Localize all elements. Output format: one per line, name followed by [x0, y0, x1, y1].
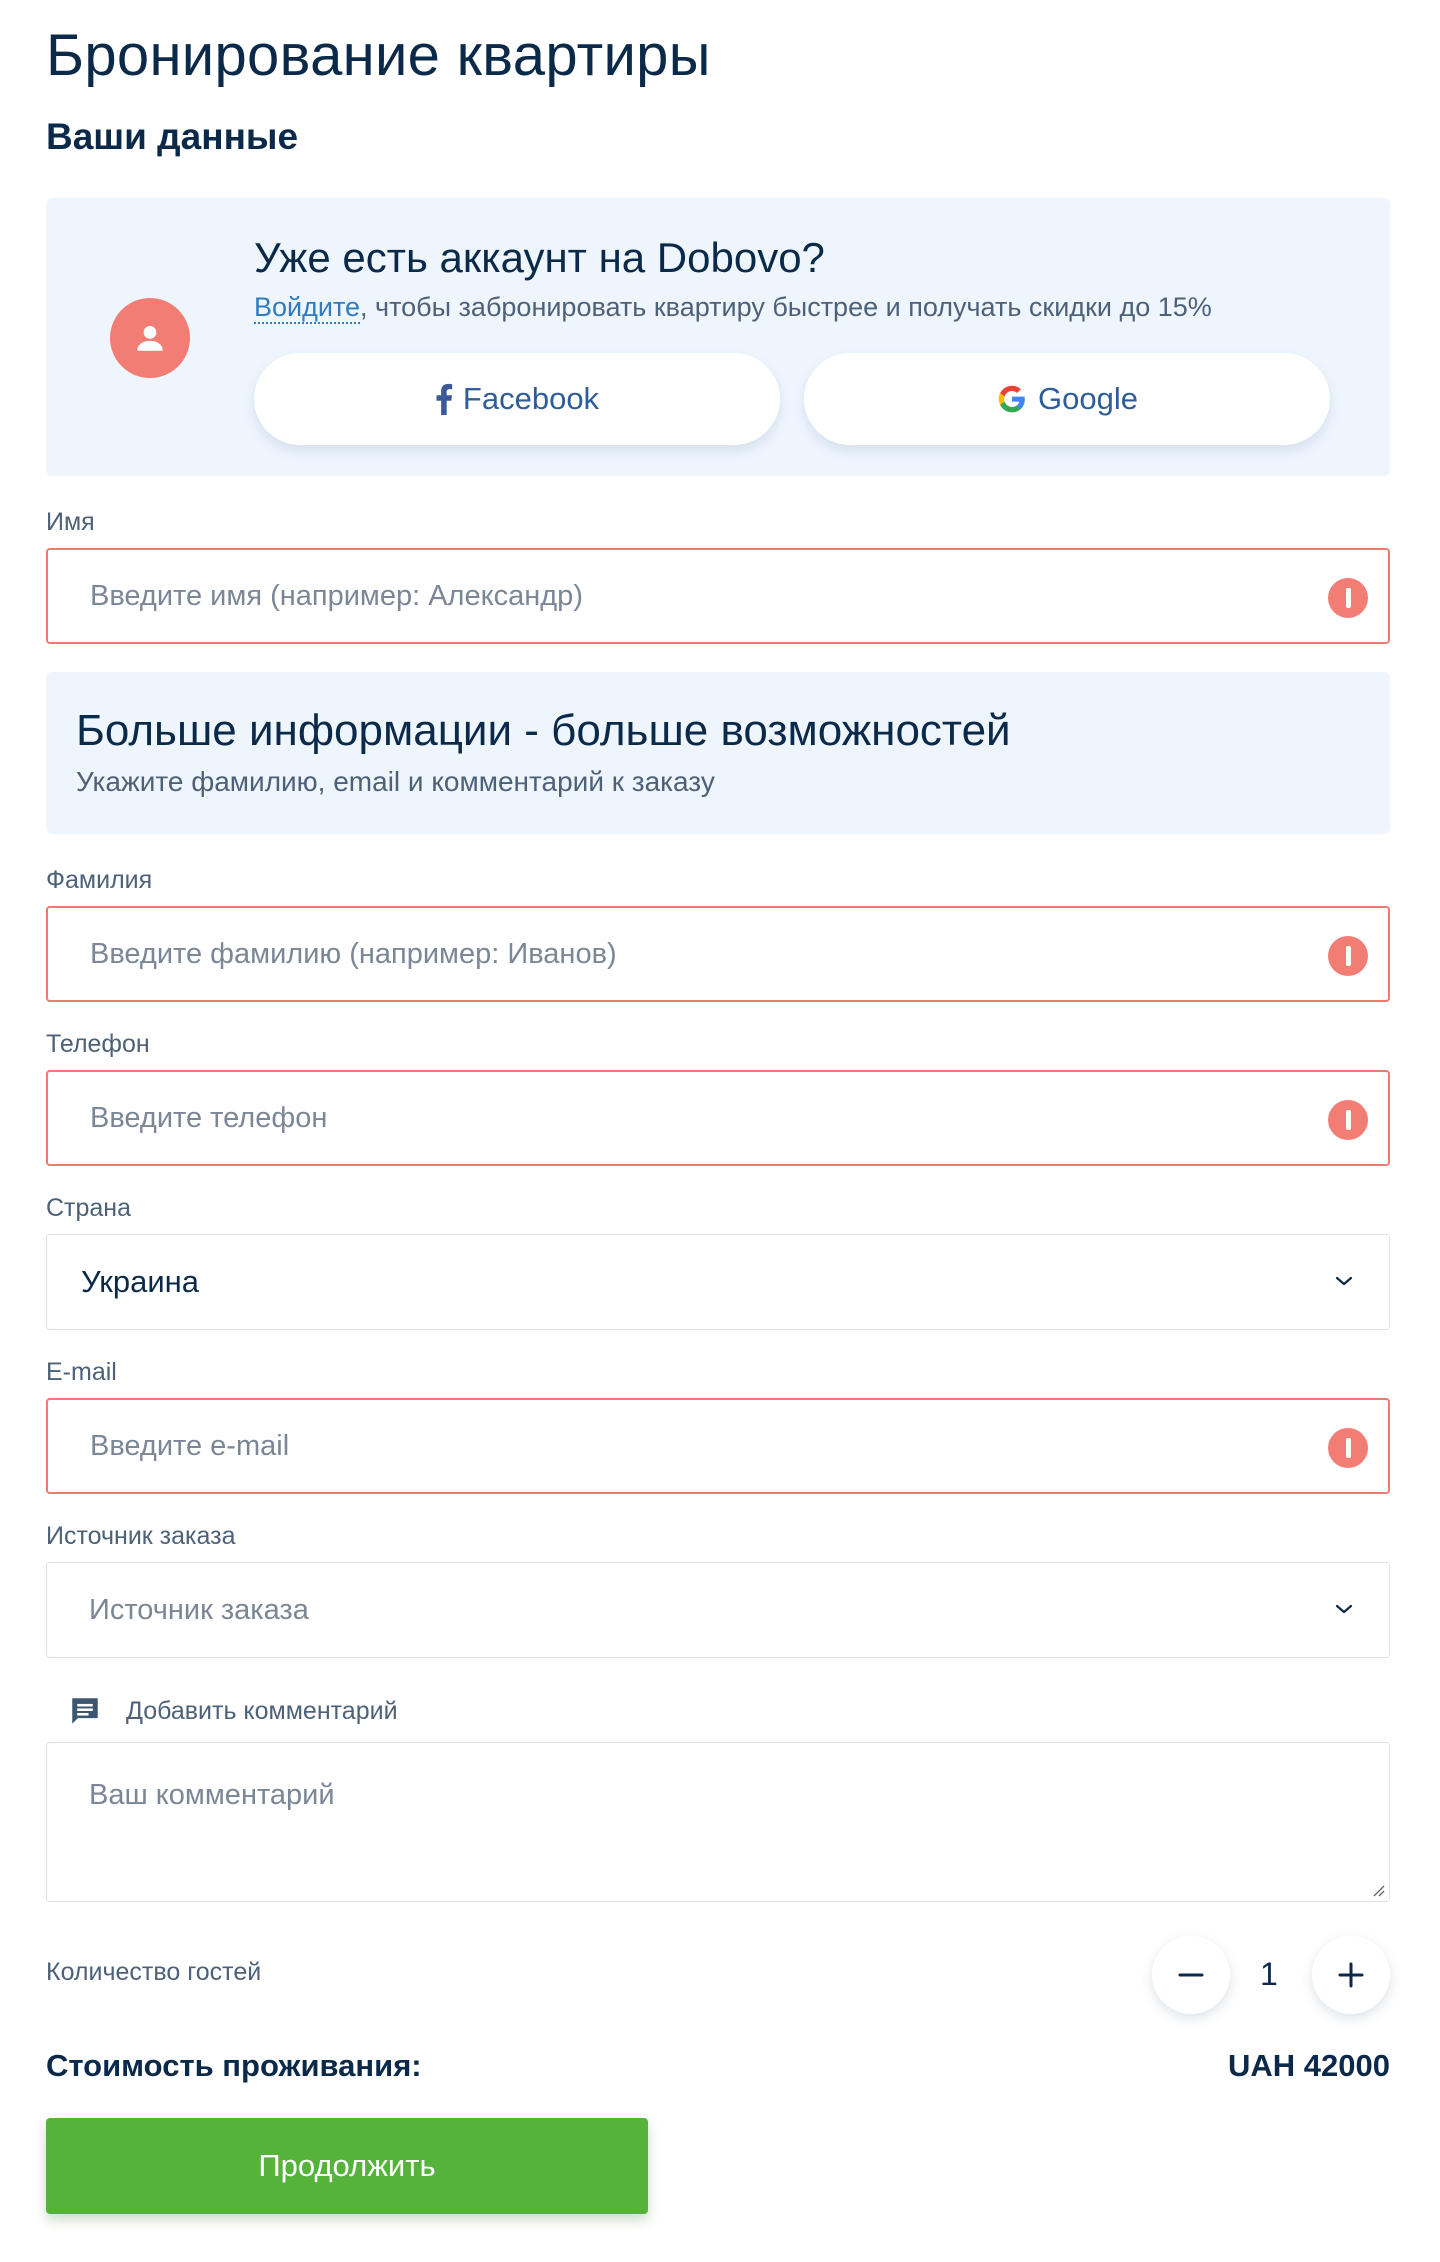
login-panel: Уже есть аккаунт на Dobovo? Войдите, что… — [46, 198, 1390, 476]
facebook-label: Facebook — [462, 381, 600, 416]
google-login-button[interactable]: Google — [804, 353, 1330, 445]
login-link[interactable]: Войдите — [254, 292, 361, 324]
comment-placeholder: Ваш комментарий — [89, 1779, 335, 1811]
chevron-down-icon — [1335, 1276, 1353, 1286]
add-comment-label: Добавить комментарий — [126, 1696, 398, 1725]
price-label: Стоимость проживания: — [46, 2048, 422, 2083]
plus-icon — [1338, 1962, 1364, 1988]
surname-placeholder: Введите фамилию (например: Иванов) — [90, 937, 617, 970]
error-icon — [1328, 578, 1368, 618]
login-text: Войдите, чтобы забронировать квартиру бы… — [254, 292, 1212, 324]
chevron-down-icon — [1335, 1604, 1353, 1614]
section-title: Ваши данные — [46, 116, 299, 157]
error-icon — [1328, 1428, 1368, 1468]
phone-label: Телефон — [46, 1030, 150, 1058]
phone-placeholder: Введите телефон — [90, 1101, 328, 1134]
name-label: Имя — [46, 508, 95, 536]
guest-count: 1 — [1260, 1956, 1278, 1992]
country-value: Украина — [81, 1264, 200, 1299]
continue-button[interactable]: Продолжить — [46, 2118, 648, 2214]
guests-label: Количество гостей — [46, 1958, 262, 1986]
login-text-rest: , чтобы забронировать квартиру быстрее и… — [360, 292, 1212, 322]
comment-textarea[interactable]: Ваш комментарий — [46, 1742, 1390, 1902]
email-input[interactable]: Введите e-mail — [46, 1398, 1390, 1494]
country-label: Страна — [46, 1194, 132, 1222]
email-label: E-mail — [46, 1358, 117, 1386]
minus-icon — [1178, 1973, 1204, 1977]
price-value: UAH 42000 — [1228, 2048, 1390, 2083]
decrease-guests-button[interactable] — [1152, 1936, 1230, 2014]
facebook-icon — [435, 383, 453, 415]
user-icon — [110, 298, 190, 378]
resize-grip-icon[interactable] — [1371, 1883, 1385, 1897]
info-panel: Больше информации - больше возможностей … — [46, 672, 1390, 834]
page-title: Бронирование квартиры — [46, 23, 711, 88]
name-input[interactable]: Введите имя (например: Александр) — [46, 548, 1390, 644]
phone-input[interactable]: Введите телефон — [46, 1070, 1390, 1166]
facebook-login-button[interactable]: Facebook — [254, 353, 780, 445]
login-heading: Уже есть аккаунт на Dobovo? — [254, 234, 825, 281]
source-select[interactable]: Источник заказа — [46, 1562, 1390, 1658]
email-placeholder: Введите e-mail — [90, 1429, 290, 1462]
add-comment-toggle[interactable]: Добавить комментарий — [68, 1694, 398, 1728]
google-label: Google — [1038, 381, 1138, 416]
source-label: Источник заказа — [46, 1522, 236, 1550]
name-placeholder: Введите имя (например: Александр) — [90, 579, 583, 612]
google-icon — [996, 383, 1028, 415]
error-icon — [1328, 1100, 1368, 1140]
info-heading: Больше информации - больше возможностей — [76, 706, 1011, 755]
comment-icon — [72, 1698, 98, 1724]
error-icon — [1328, 936, 1368, 976]
info-text: Укажите фамилию, email и комментарий к з… — [76, 766, 715, 797]
increase-guests-button[interactable] — [1312, 1936, 1390, 2014]
surname-input[interactable]: Введите фамилию (например: Иванов) — [46, 906, 1390, 1002]
country-select[interactable]: Украина — [46, 1234, 1390, 1330]
source-placeholder: Источник заказа — [89, 1593, 309, 1626]
surname-label: Фамилия — [46, 866, 153, 894]
